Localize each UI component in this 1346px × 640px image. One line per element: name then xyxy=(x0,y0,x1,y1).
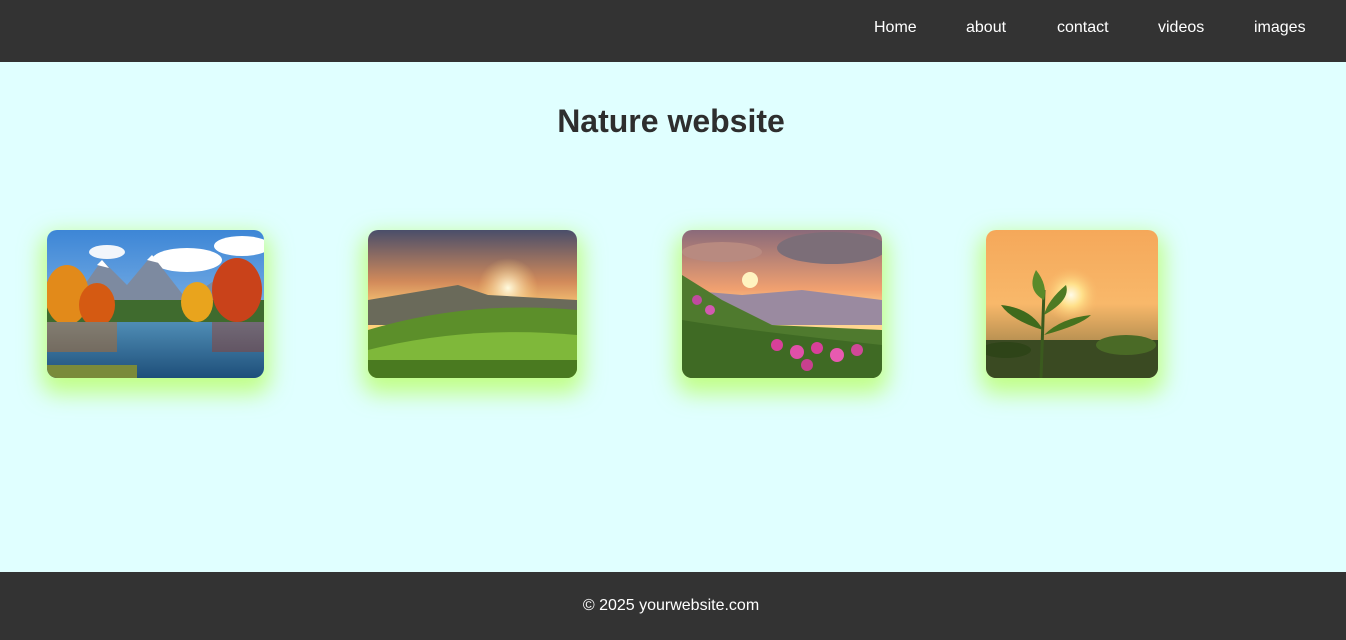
sunset-hills-image xyxy=(368,230,577,378)
tea-sprout-image xyxy=(986,230,1158,378)
mountain-flowers-image xyxy=(682,230,882,378)
nav-link-about[interactable]: about xyxy=(966,19,1006,37)
gallery-image-mountain-flowers[interactable] xyxy=(682,230,882,378)
nav-link-contact[interactable]: contact xyxy=(1057,19,1109,37)
gallery-image-sunset-hills[interactable] xyxy=(368,230,577,378)
gallery-image-tea-sprout[interactable] xyxy=(986,230,1158,378)
footer-copyright: © 2025 yourwebsite.com xyxy=(582,597,760,614)
top-navbar: Home about contact videos images xyxy=(0,0,1346,62)
page-title: Nature website xyxy=(557,103,785,139)
nav-link-images[interactable]: images xyxy=(1254,19,1306,37)
nav-link-videos[interactable]: videos xyxy=(1158,19,1204,37)
nav-link-home[interactable]: Home xyxy=(874,19,917,37)
autumn-lake-image xyxy=(47,230,264,378)
gallery-image-autumn-lake[interactable] xyxy=(47,230,264,378)
